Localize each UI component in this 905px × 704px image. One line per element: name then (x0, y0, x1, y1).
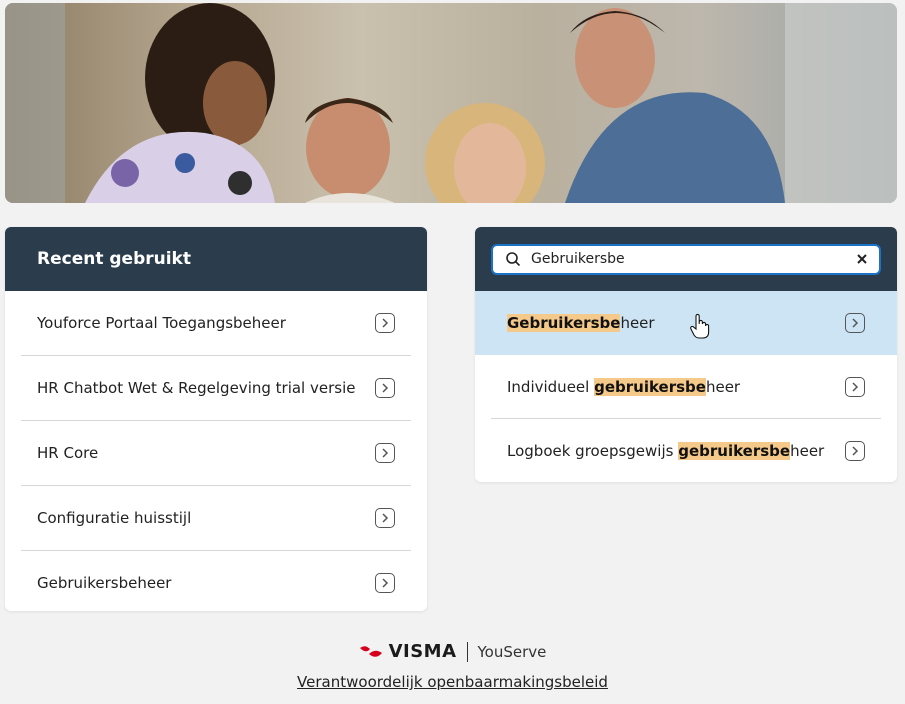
logo-divider (466, 641, 468, 662)
chevron-right-icon (375, 573, 395, 593)
search-icon (506, 252, 521, 267)
chevron-right-icon (375, 443, 395, 463)
recent-item-label: HR Chatbot Wet & Regelgeving trial versi… (37, 379, 356, 397)
search-panel: Gebruikersbeheer Individueel gebruikersb… (475, 227, 897, 482)
search-match-highlight: gebruikersbe (678, 442, 791, 460)
recent-item-gebruikersbeheer[interactable]: Gebruikersbeheer (21, 551, 411, 611)
product-name: YouServe (477, 642, 547, 661)
search-result-label: Individueel gebruikersbeheer (507, 378, 741, 396)
search-box (491, 243, 881, 275)
search-header (475, 227, 897, 291)
recent-used-header: Recent gebruikt (5, 227, 427, 291)
chevron-right-icon (845, 377, 865, 397)
search-result-label: Logboek groepsgewijs gebruikersbeheer (507, 442, 825, 460)
search-results-list: Gebruikersbeheer Individueel gebruikersb… (475, 291, 897, 482)
recent-used-list: Youforce Portaal Toegangsbeheer HR Chatb… (5, 291, 427, 611)
visma-logo: VISMA (359, 641, 457, 662)
recent-item-label: Gebruikersbeheer (37, 574, 172, 592)
chevron-right-icon (375, 508, 395, 528)
recent-used-panel: Recent gebruikt Youforce Portaal Toegang… (5, 227, 427, 611)
search-match-highlight: Gebruikersbe (507, 314, 621, 332)
recent-item-label: Configuratie huisstijl (37, 509, 192, 527)
search-result-logboek-gebruikersbeheer[interactable]: Logboek groepsgewijs gebruikersbeheer (475, 419, 897, 482)
recent-item-label: Youforce Portaal Toegangsbeheer (37, 314, 286, 332)
hero-banner-image (5, 3, 897, 203)
search-result-gebruikersbeheer[interactable]: Gebruikersbeheer (475, 291, 897, 355)
search-match-highlight: gebruikersbe (594, 378, 706, 396)
recent-item-hr-core[interactable]: HR Core (21, 421, 411, 486)
recent-item-label: HR Core (37, 444, 99, 462)
recent-item-configuratie-huisstijl[interactable]: Configuratie huisstijl (21, 486, 411, 551)
visma-mark-icon (359, 645, 382, 657)
search-result-individueel-gebruikersbeheer[interactable]: Individueel gebruikersbeheer (475, 355, 897, 419)
close-icon[interactable] (855, 252, 869, 266)
search-result-label: Gebruikersbeheer (507, 314, 655, 332)
recent-item-toegangsbeheer[interactable]: Youforce Portaal Toegangsbeheer (21, 291, 411, 356)
recent-item-hr-chatbot[interactable]: HR Chatbot Wet & Regelgeving trial versi… (21, 356, 411, 421)
chevron-right-icon (845, 313, 865, 333)
hand-cursor-icon (690, 313, 710, 339)
footer-logo: VISMA YouServe (0, 641, 905, 662)
chevron-right-icon (845, 441, 865, 461)
disclosure-policy-link[interactable]: Verantwoordelijk openbaarmakingsbeleid (0, 673, 905, 691)
chevron-right-icon (375, 313, 395, 333)
chevron-right-icon (375, 378, 395, 398)
search-input[interactable] (531, 251, 855, 267)
brand-name: VISMA (388, 641, 457, 662)
